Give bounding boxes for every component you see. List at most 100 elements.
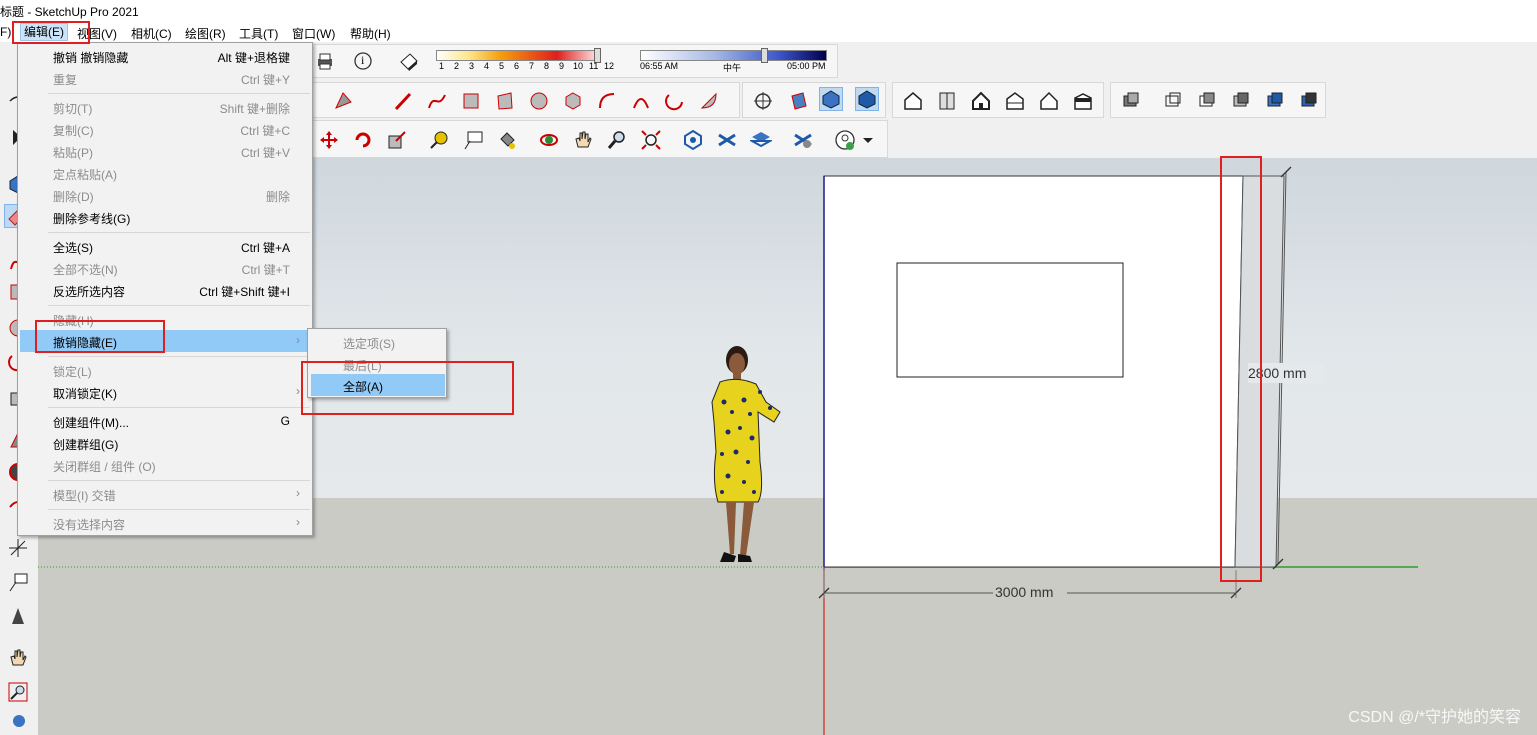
shape-icon[interactable] bbox=[331, 89, 355, 113]
menu-item-unhide[interactable]: 撤销隐藏(E) › bbox=[20, 330, 310, 352]
window-title: 标题 - SketchUp Pro 2021 bbox=[0, 5, 139, 19]
left-view-icon[interactable] bbox=[1071, 89, 1095, 113]
zoom-icon[interactable] bbox=[605, 128, 629, 152]
paint-bucket-icon[interactable] bbox=[495, 128, 519, 152]
edit-menu: 撤销 撤销隐藏 Alt 键+退格键 重复 Ctrl 键+Y 剪切(T) Shift 键… bbox=[17, 42, 313, 536]
chevron-down-icon[interactable] bbox=[861, 128, 875, 152]
menu-draw[interactable]: 绘图(R) bbox=[185, 25, 226, 42]
hidden-line-icon[interactable] bbox=[1195, 89, 1219, 113]
wireframe-icon[interactable] bbox=[1161, 89, 1185, 113]
polygon-icon[interactable] bbox=[561, 89, 585, 113]
window-opening[interactable] bbox=[896, 262, 1124, 378]
menu-item-unlock[interactable]: 取消锁定(K) › bbox=[20, 381, 310, 403]
axes-left-icon[interactable] bbox=[6, 536, 30, 560]
front-view-icon[interactable] bbox=[969, 89, 993, 113]
menu-item-lock[interactable]: 锁定(L) bbox=[20, 359, 310, 381]
menu-window[interactable]: 窗口(W) bbox=[292, 25, 335, 42]
time-slider[interactable] bbox=[640, 50, 827, 61]
top-view-icon[interactable] bbox=[935, 89, 959, 113]
zoom-window-left-icon[interactable] bbox=[6, 680, 30, 704]
section-cuts-icon[interactable] bbox=[819, 87, 843, 111]
iso-view-icon[interactable] bbox=[901, 89, 925, 113]
menu-view[interactable]: 视图(V) bbox=[77, 25, 117, 42]
3d-text-left-icon[interactable] bbox=[6, 604, 30, 628]
title-bar: 标题 - SketchUp Pro 2021 bbox=[0, 0, 1537, 22]
rotated-rectangle-icon[interactable] bbox=[493, 89, 517, 113]
submenu-item-all[interactable]: 全部(A) bbox=[311, 374, 445, 396]
section-plane-icon[interactable] bbox=[751, 89, 775, 113]
shaded-icon[interactable] bbox=[1229, 89, 1253, 113]
menu-help[interactable]: 帮助(H) bbox=[350, 25, 391, 42]
menu-item-select-all[interactable]: 全选(S) Ctrl 键+A bbox=[20, 235, 310, 257]
menu-item-make-group[interactable]: 创建群组(G) bbox=[20, 432, 310, 454]
pan-icon[interactable] bbox=[571, 128, 595, 152]
menu-item-copy[interactable]: 复制(C) Ctrl 键+C bbox=[20, 118, 310, 140]
drawing-toolbar bbox=[300, 82, 740, 118]
menu-item-close-group[interactable]: 关闭群组 / 组件 (O) bbox=[20, 454, 310, 476]
pan-left-icon[interactable] bbox=[6, 646, 30, 670]
print-icon[interactable] bbox=[313, 49, 337, 73]
menu-item-hide[interactable]: 隐藏(H) bbox=[20, 308, 310, 330]
info-icon-letter: i bbox=[361, 53, 365, 67]
menu-edit[interactable]: 编辑(E) bbox=[20, 23, 68, 41]
layers-icon[interactable] bbox=[715, 128, 739, 152]
time-start-label: 06:55 AM bbox=[640, 61, 679, 71]
menu-item-cut[interactable]: 剪切(T) Shift 键+删除 bbox=[20, 96, 310, 118]
chevron-right-icon: › bbox=[296, 384, 300, 398]
orbit-icon[interactable] bbox=[537, 128, 561, 152]
menu-item-delete-guides[interactable]: 删除参考线(G) bbox=[20, 206, 310, 228]
menu-item-invert-selection[interactable]: 反选所选内容 Ctrl 键+Shift 键+I bbox=[20, 279, 310, 301]
circle-icon[interactable] bbox=[527, 89, 551, 113]
monochrome-icon[interactable] bbox=[1297, 89, 1321, 113]
shadows-toggle-icon[interactable] bbox=[397, 49, 421, 73]
freehand-icon[interactable] bbox=[425, 89, 449, 113]
styles-icon[interactable] bbox=[749, 128, 773, 152]
menu-tools[interactable]: 工具(T) bbox=[239, 25, 278, 42]
watermark: CSDN @/*守护她的笑容 bbox=[1348, 709, 1521, 726]
menu-file[interactable]: F) bbox=[0, 25, 11, 39]
account-icon[interactable] bbox=[833, 128, 857, 152]
submenu-item-last[interactable]: 最后(L) bbox=[311, 353, 445, 375]
menu-camera[interactable]: 相机(C) bbox=[131, 25, 172, 42]
person-figure[interactable] bbox=[700, 342, 800, 572]
chevron-right-icon: › bbox=[296, 333, 300, 347]
rectangle-icon[interactable] bbox=[459, 89, 483, 113]
arc-icon[interactable] bbox=[595, 89, 619, 113]
right-view-icon[interactable] bbox=[1003, 89, 1027, 113]
menu-item-select-none[interactable]: 全部不选(N) Ctrl 键+T bbox=[20, 257, 310, 279]
text-tool-icon[interactable] bbox=[461, 128, 485, 152]
pie-icon[interactable] bbox=[697, 89, 721, 113]
rotate-icon[interactable] bbox=[351, 128, 375, 152]
xray-icon[interactable] bbox=[1119, 89, 1143, 113]
menu-item-make-component[interactable]: 创建组件(M)... G bbox=[20, 410, 310, 432]
shaded-textures-icon[interactable] bbox=[1263, 89, 1287, 113]
move-icon[interactable] bbox=[317, 128, 341, 152]
tape-measure-icon[interactable] bbox=[427, 128, 451, 152]
menu-item-delete[interactable]: 删除(D) 删除 bbox=[20, 184, 310, 206]
month-slider[interactable] bbox=[436, 50, 598, 61]
menu-item-redo[interactable]: 重复 Ctrl 键+Y bbox=[20, 67, 310, 89]
shadow-toolbar: i 1 2 3 4 5 6 7 8 9 10 11 12 06:55 AM 中午… bbox=[310, 44, 838, 78]
menu-item-intersect[interactable]: 模型(I) 交错 › bbox=[20, 483, 310, 505]
time-slider-thumb[interactable] bbox=[761, 48, 768, 63]
scale-icon[interactable] bbox=[385, 128, 409, 152]
three-point-arc-icon[interactable] bbox=[663, 89, 687, 113]
two-point-arc-icon[interactable] bbox=[629, 89, 653, 113]
section-display-icon[interactable] bbox=[787, 89, 811, 113]
menu-item-paste-in-place[interactable]: 定点粘贴(A) bbox=[20, 162, 310, 184]
extensions-icon[interactable] bbox=[791, 128, 815, 152]
section-fill-icon[interactable] bbox=[855, 87, 879, 111]
height-dimension-label[interactable]: 2800 mm bbox=[1248, 365, 1306, 381]
back-view-icon[interactable] bbox=[1037, 89, 1061, 113]
menu-item-no-selection[interactable]: 没有选择内容 › bbox=[20, 512, 310, 534]
zoom-extents-icon[interactable] bbox=[639, 128, 663, 152]
model-info-icon[interactable]: i bbox=[351, 49, 375, 73]
menu-item-undo[interactable]: 撤销 撤销隐藏 Alt 键+退格键 bbox=[20, 45, 310, 67]
submenu-item-selected[interactable]: 选定项(S) bbox=[311, 331, 445, 353]
width-dimension-label[interactable]: 3000 mm bbox=[995, 584, 1053, 600]
dimension-left-icon[interactable] bbox=[6, 570, 30, 594]
previous-view-left-icon[interactable] bbox=[6, 710, 30, 734]
components-icon[interactable] bbox=[681, 128, 705, 152]
pencil-line-icon[interactable] bbox=[391, 89, 415, 113]
menu-item-paste[interactable]: 粘贴(P) Ctrl 键+V bbox=[20, 140, 310, 162]
